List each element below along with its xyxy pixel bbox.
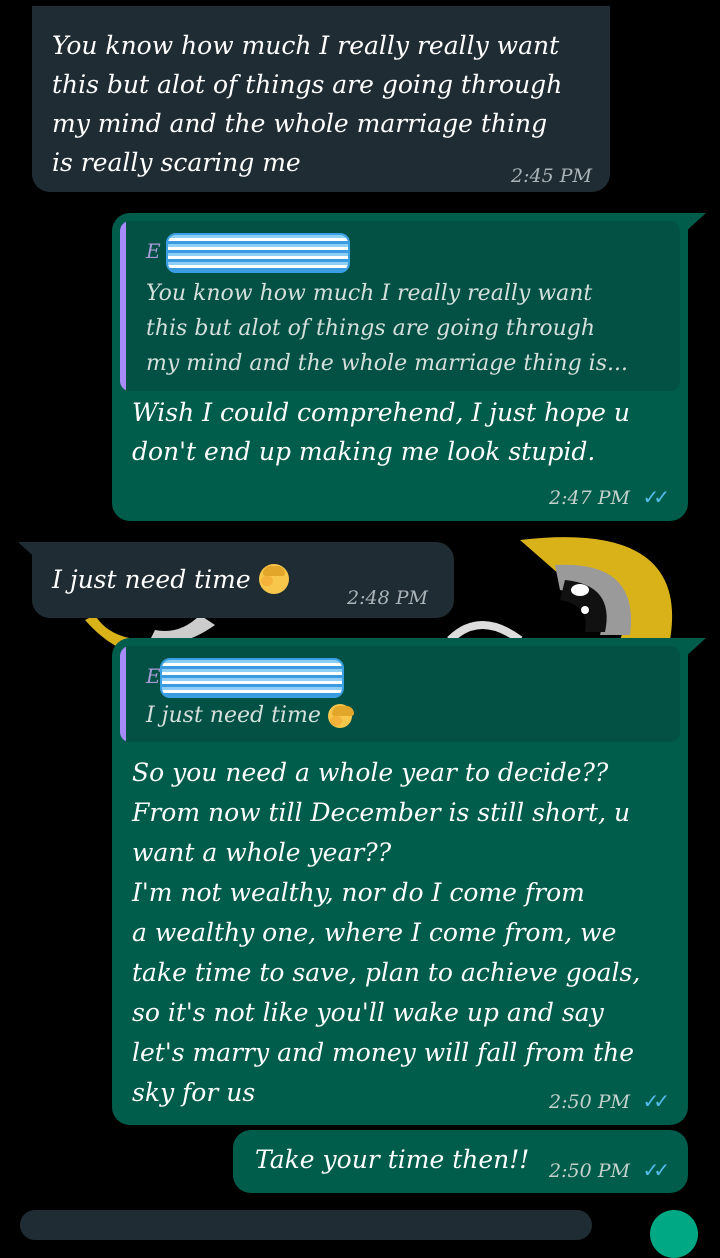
quoted-message[interactable]: E I just need time	[120, 646, 680, 742]
quote-author: E	[146, 664, 161, 688]
double-check-icon: ✓✓	[642, 485, 669, 509]
double-check-icon: ✓✓	[642, 1089, 669, 1113]
redaction-scribble	[160, 658, 344, 698]
double-check-icon: ✓✓	[642, 1158, 669, 1182]
message-bubble-outgoing[interactable]: E You know how much I really really want…	[112, 213, 688, 521]
message-text: You know how much I really really want t…	[52, 31, 563, 177]
message-time: 2:48 PM	[347, 587, 428, 609]
message-bubble-outgoing[interactable]: Take your time then!! 2:50 PM ✓✓	[233, 1130, 688, 1193]
message-time: 2:50 PM	[549, 1160, 630, 1182]
message-text: I just need time	[52, 560, 289, 599]
quote-accent-bar	[120, 221, 126, 391]
message-time: 2:45 PM	[511, 165, 592, 187]
message-bubble-incoming[interactable]: You know how much I really really want t…	[32, 6, 610, 192]
face-palm-emoji	[258, 564, 289, 594]
chat-screen: { "messages": [ { "direction": "incoming…	[0, 0, 720, 1258]
quote-accent-bar	[120, 646, 126, 742]
face-palm-emoji	[327, 704, 354, 728]
message-time: 2:50 PM	[549, 1091, 630, 1113]
message-text-content: I just need time	[52, 565, 251, 594]
quote-text-content: I just need time	[146, 703, 321, 728]
message-text: Take your time then!!	[255, 1145, 530, 1174]
message-bubble-incoming[interactable]: I just need time 2:48 PM	[32, 542, 454, 618]
quote-author: E	[146, 239, 161, 263]
message-text: So you need a whole year to decide?? Fro…	[132, 758, 641, 1107]
scroll-button[interactable]	[650, 1210, 698, 1258]
quoted-message[interactable]: E You know how much I really really want…	[120, 221, 680, 391]
next-message-bubble	[20, 1210, 592, 1240]
quote-text: I just need time	[146, 698, 354, 733]
quote-text: You know how much I really really want t…	[146, 281, 628, 376]
message-text: Wish I could comprehend, I just hope u d…	[132, 398, 630, 466]
redaction-scribble	[166, 233, 350, 273]
message-time: 2:47 PM	[549, 487, 630, 509]
message-bubble-outgoing[interactable]: E I just need time So you need a whole y…	[112, 638, 688, 1125]
